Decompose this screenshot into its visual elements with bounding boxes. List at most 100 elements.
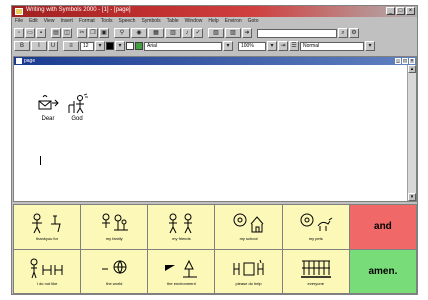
document-title: page: [24, 58, 36, 64]
grid-label: my friends: [172, 236, 191, 242]
symbol-mode-icon[interactable]: ⚲: [114, 28, 130, 38]
grid-label: my pets: [308, 236, 323, 242]
font-size-field[interactable]: 12: [80, 41, 94, 51]
app-window: Writing with Symbols 2000 - [1] - [page]…: [11, 5, 418, 295]
list-icon[interactable]: ☰: [289, 41, 299, 51]
menu-view[interactable]: View: [44, 17, 55, 26]
grid-cell-the-environment[interactable]: the environment: [148, 249, 215, 293]
grid-cell-my-friends[interactable]: my friends: [148, 205, 215, 249]
zoom-field[interactable]: 100%: [238, 41, 266, 51]
menu-table[interactable]: Table: [167, 17, 179, 26]
menu-window[interactable]: Window: [185, 17, 203, 26]
environment-symbol-icon: [165, 259, 198, 278]
minimize-button[interactable]: _: [386, 7, 395, 15]
grid-cell-and[interactable]: and: [349, 205, 416, 249]
menu-bar: File Edit View Insert Format Tools Speec…: [12, 17, 417, 26]
search-field[interactable]: [257, 28, 337, 38]
help-symbol-icon: [233, 259, 264, 276]
everyone-symbol-icon: [300, 260, 331, 278]
style-field[interactable]: Normal: [300, 41, 364, 51]
grid-cell-thankyou-for[interactable]: thankyou for: [14, 205, 81, 249]
vertical-scrollbar[interactable]: ▴ ▾: [407, 65, 416, 201]
font-size-dropdown-icon[interactable]: ▾: [95, 41, 105, 51]
menu-file[interactable]: File: [15, 17, 23, 26]
back-color-swatch[interactable]: [126, 42, 134, 50]
align-left-icon[interactable]: ≡: [63, 41, 79, 51]
highlight-swatch[interactable]: [135, 42, 143, 50]
grid-label: thankyou for: [36, 236, 59, 242]
new-icon[interactable]: ▫: [14, 28, 24, 38]
speech-icon[interactable]: ◉: [131, 28, 147, 38]
app-icon: [15, 8, 23, 15]
menu-tools[interactable]: Tools: [101, 17, 113, 26]
font-dropdown-icon[interactable]: ▾: [223, 41, 233, 51]
doc-maximize-button[interactable]: □: [402, 58, 408, 64]
grid-cell-my-school[interactable]: my school: [215, 205, 282, 249]
menu-symbols[interactable]: Symbols: [141, 17, 160, 26]
grid-cell-my-family[interactable]: my family: [81, 205, 148, 249]
frame-icon[interactable]: ▨: [225, 28, 241, 38]
maximize-button[interactable]: □: [396, 7, 405, 15]
grid-word-and: and: [374, 221, 392, 233]
zoom-dropdown-icon[interactable]: ▾: [267, 41, 277, 51]
arrow-icon[interactable]: ➜: [242, 28, 252, 38]
picture-icon[interactable]: ▧: [208, 28, 224, 38]
paste-icon[interactable]: ▣: [99, 28, 109, 38]
doc-close-button[interactable]: ×: [409, 58, 415, 64]
grid-cell-please-do-help[interactable]: please do help: [215, 249, 282, 293]
italic-icon[interactable]: I: [31, 41, 47, 51]
dislike-symbol-icon: [30, 258, 63, 278]
spell-icon[interactable]: ✓: [193, 28, 203, 38]
print-icon[interactable]: ▤: [51, 28, 61, 38]
standard-toolbar: ▫ ▭ ▪ ▤ ◫ ✂ ❐ ▣ ⚲ ◉ ▦ ▥ ♪ ✓ ▧ ▨ ➜ ⌕ ⚙: [12, 27, 417, 39]
open-icon[interactable]: ▭: [25, 28, 35, 38]
grid-icon[interactable]: ▦: [148, 28, 164, 38]
text-color-swatch[interactable]: [106, 42, 114, 50]
friends-symbol-icon: [169, 213, 193, 234]
indent-icon[interactable]: ⇥: [278, 41, 288, 51]
scroll-down-icon[interactable]: ▾: [408, 193, 416, 201]
menu-insert[interactable]: Insert: [60, 17, 73, 26]
grid-label: please do help: [235, 280, 262, 286]
menu-help[interactable]: Help: [208, 17, 218, 26]
bold-icon[interactable]: B: [14, 41, 30, 51]
window-title: Writing with Symbols 2000 - [1] - [page]: [26, 7, 131, 13]
search-icon[interactable]: ⌕: [338, 28, 348, 38]
speak-icon[interactable]: ♪: [182, 28, 192, 38]
grid-label: the environment: [167, 280, 196, 286]
scroll-up-icon[interactable]: ▴: [408, 65, 416, 73]
color-dropdown-icon[interactable]: ▾: [115, 41, 125, 51]
menu-edit[interactable]: Edit: [29, 17, 38, 26]
symbol-grid: thankyou for my family my friends my sch…: [13, 204, 417, 294]
symbol-word-dear[interactable]: Dear: [36, 93, 60, 122]
font-name-field[interactable]: Arial: [144, 41, 222, 51]
menu-goto[interactable]: Goto: [248, 17, 259, 26]
grid-cell-the-world[interactable]: the world: [81, 249, 148, 293]
settings-icon[interactable]: ⚙: [349, 28, 359, 38]
style-dropdown-icon[interactable]: ▾: [365, 41, 375, 51]
pets-symbol-icon: [300, 213, 333, 232]
world-symbol-icon: [102, 260, 127, 274]
grid-label: the world: [106, 280, 123, 286]
format-toolbar: B I U ≡ 12 ▾ ▾ Arial ▾ 100% ▾ ⇥ ☰ Normal…: [12, 40, 417, 52]
doc-minimize-button[interactable]: _: [395, 58, 401, 64]
god-symbol-icon: [68, 93, 88, 114]
menu-format[interactable]: Format: [79, 17, 95, 26]
document-title-bar[interactable]: page _ □ ×: [14, 57, 416, 65]
grid-cell-amen[interactable]: amen.: [349, 249, 416, 293]
menu-speech[interactable]: Speech: [118, 17, 135, 26]
close-button[interactable]: ×: [406, 7, 415, 15]
grid-cell-everyone[interactable]: everyone: [282, 249, 349, 293]
grid-cell-my-pets[interactable]: my pets: [282, 205, 349, 249]
cut-icon[interactable]: ✂: [77, 28, 87, 38]
dear-symbol-icon: [38, 95, 59, 110]
symbol-word-god[interactable]: God: [65, 93, 89, 122]
table-icon[interactable]: ▥: [165, 28, 181, 38]
menu-environ[interactable]: Environ: [225, 17, 242, 26]
underline-icon[interactable]: U: [48, 41, 58, 51]
preview-icon[interactable]: ◫: [62, 28, 72, 38]
save-icon[interactable]: ▪: [36, 28, 46, 38]
copy-icon[interactable]: ❐: [88, 28, 98, 38]
title-bar[interactable]: Writing with Symbols 2000 - [1] - [page]…: [12, 6, 417, 17]
grid-cell-i-do-not-like[interactable]: I do not like: [14, 249, 81, 293]
